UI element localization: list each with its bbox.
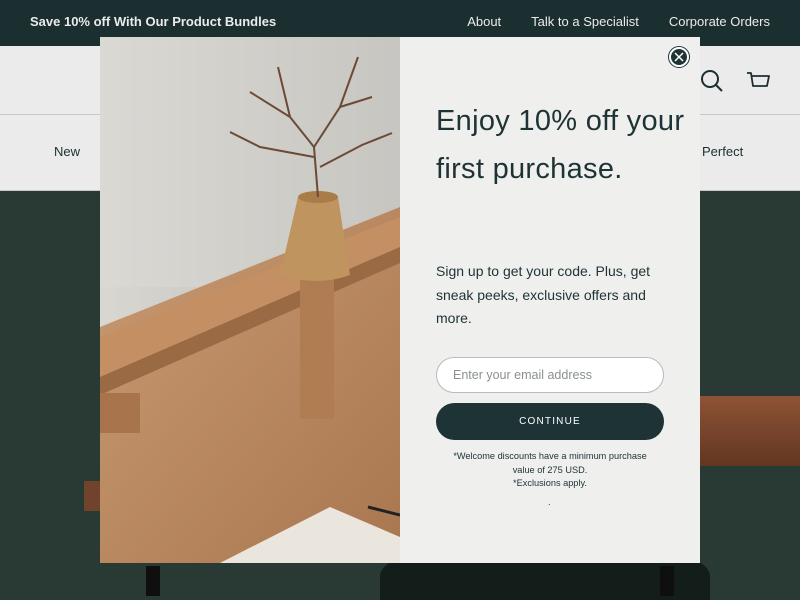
trailing-dot: . <box>548 497 551 507</box>
discount-disclaimer: *Welcome discounts have a minimum purcha… <box>450 450 650 491</box>
modal-subtext: Sign up to get your code. Plus, get snea… <box>436 263 651 326</box>
continue-button[interactable]: CONTINUE <box>436 403 664 440</box>
disclaimer-exclusions: *Exclusions apply. <box>513 478 587 488</box>
modal-product-photo <box>100 37 400 563</box>
close-icon[interactable] <box>669 47 689 67</box>
email-input[interactable] <box>436 357 664 393</box>
signup-modal: Enjoy 10% off your first purchase. Sign … <box>100 37 700 563</box>
modal-headline: Enjoy 10% off your first purchase. <box>436 105 685 185</box>
modal-content: Enjoy 10% off your first purchase. Sign … <box>400 37 700 563</box>
disclaimer-minimum: *Welcome discounts have a minimum purcha… <box>453 451 647 475</box>
